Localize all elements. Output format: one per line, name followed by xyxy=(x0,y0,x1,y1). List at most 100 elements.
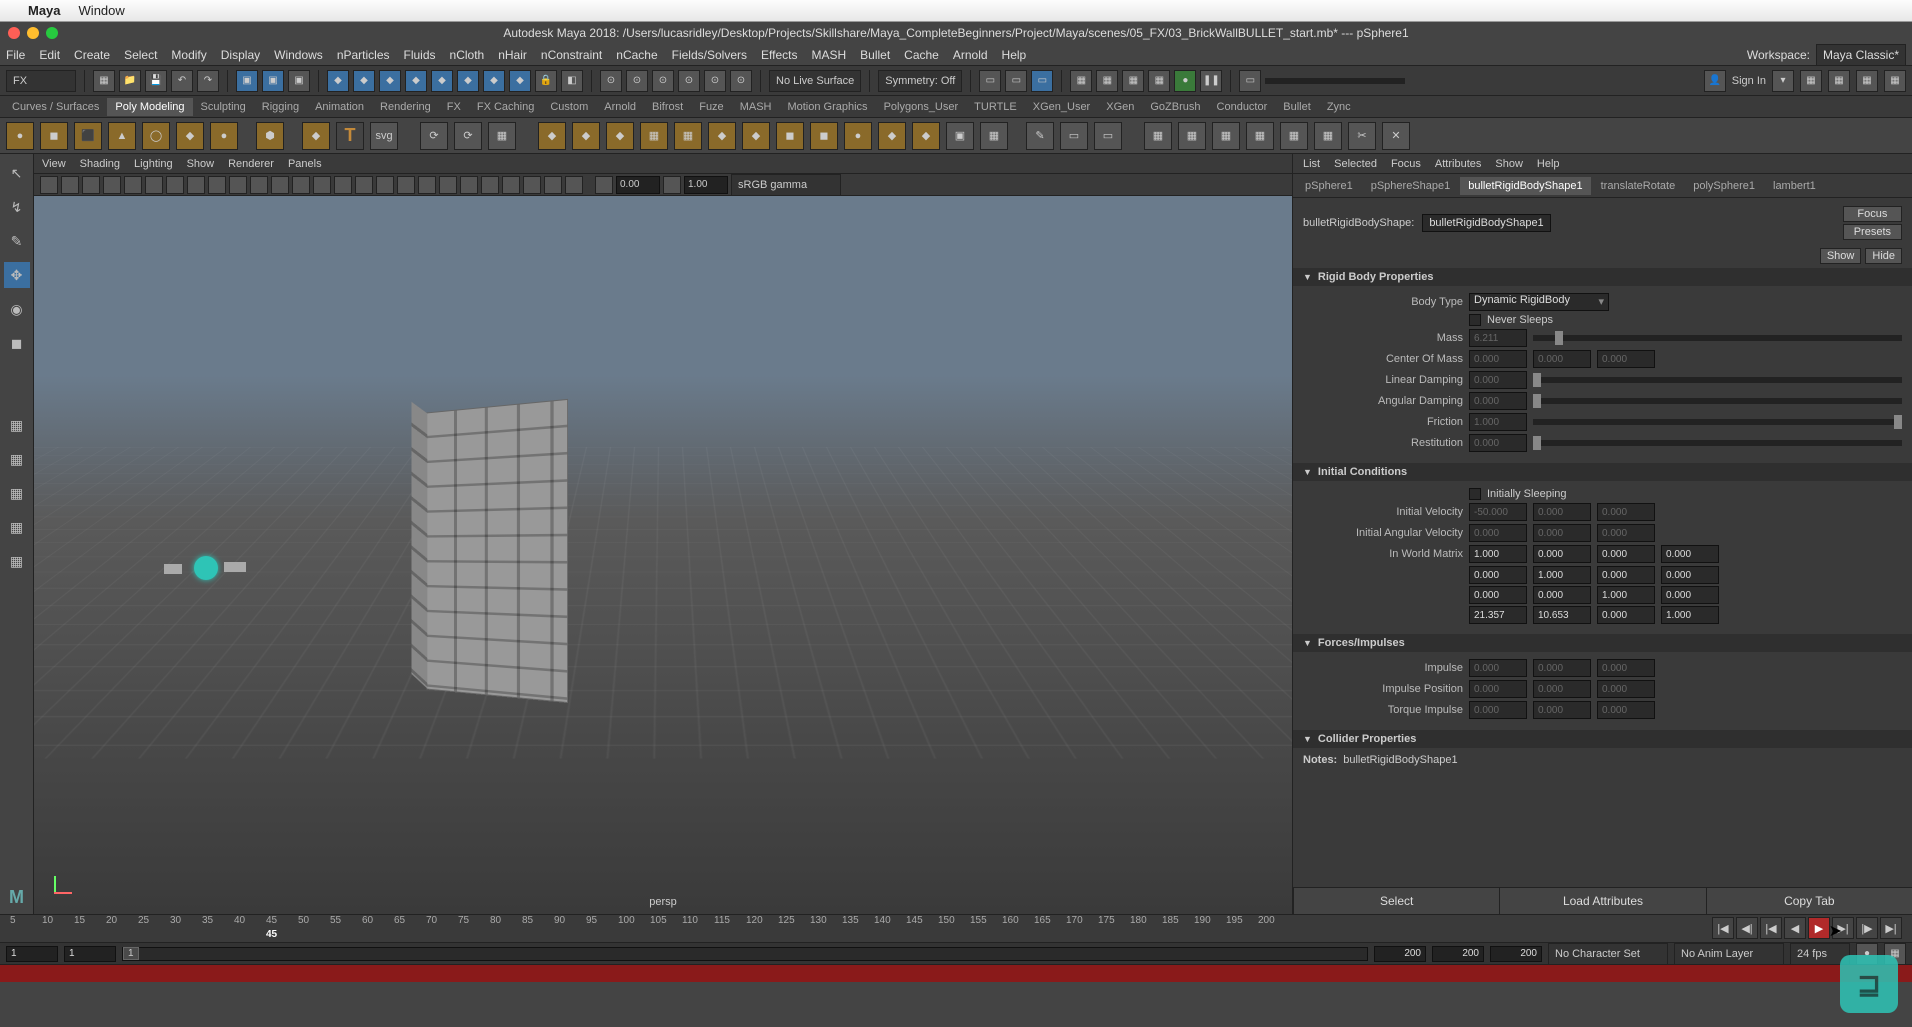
lasso-tool-icon[interactable]: ↯ xyxy=(4,194,30,220)
panel-tool-icon[interactable] xyxy=(61,176,79,194)
poly-disc-icon[interactable]: ● xyxy=(210,122,238,150)
mac-menu-window[interactable]: Window xyxy=(79,3,125,18)
initially-sleeping-checkbox[interactable] xyxy=(1469,488,1481,500)
friction-slider[interactable] xyxy=(1533,419,1902,425)
playback-start-field[interactable] xyxy=(64,946,116,962)
menu-nconstraint[interactable]: nConstraint xyxy=(541,48,602,62)
panel-icon[interactable]: ▭ xyxy=(1239,70,1261,92)
panel-tool-icon[interactable] xyxy=(82,176,100,194)
platonic-icon[interactable]: ⬢ xyxy=(256,122,284,150)
shelf-item-icon[interactable]: ◆ xyxy=(912,122,940,150)
com-y-field[interactable] xyxy=(1533,350,1591,368)
shelf-tab[interactable]: Fuze xyxy=(691,98,731,116)
shelf-tab[interactable]: Conductor xyxy=(1209,98,1276,116)
iwm-field[interactable] xyxy=(1533,586,1591,604)
panel-layout-icon[interactable]: ▭ xyxy=(979,70,1001,92)
pause-icon[interactable]: ❚❚ xyxy=(1200,70,1222,92)
iwm-field[interactable] xyxy=(1597,586,1655,604)
iwm-field[interactable] xyxy=(1661,586,1719,604)
signin-dropdown-icon[interactable]: ▾ xyxy=(1772,70,1794,92)
go-to-start-button[interactable]: |◀ xyxy=(1712,917,1734,939)
impulse-pos-y-field[interactable] xyxy=(1533,680,1591,698)
panel-menu-show[interactable]: Show xyxy=(187,158,215,170)
shelf-item-icon[interactable]: ✕ xyxy=(1382,122,1410,150)
panel-tool-icon[interactable] xyxy=(460,176,478,194)
shelf-item-icon[interactable]: ⟳ xyxy=(420,122,448,150)
timeline-ruler[interactable]: 5101520253035404550556065707580859095100… xyxy=(0,915,1912,942)
shelf-item-icon[interactable]: ✂ xyxy=(1348,122,1376,150)
render-icon[interactable]: ▦ xyxy=(1070,70,1092,92)
gamma-field[interactable] xyxy=(684,176,728,194)
menu-nparticles[interactable]: nParticles xyxy=(337,48,390,62)
poly-cone-icon[interactable]: ▲ xyxy=(108,122,136,150)
shelf-tab[interactable]: XGen_User xyxy=(1025,98,1098,116)
undo-icon[interactable]: ↶ xyxy=(171,70,193,92)
svg-icon[interactable]: svg xyxy=(370,122,398,150)
select-mode-icon[interactable]: ▣ xyxy=(236,70,258,92)
shelf-tab[interactable]: MASH xyxy=(732,98,780,116)
mask-icon[interactable]: ◆ xyxy=(327,70,349,92)
panel-tool-icon[interactable] xyxy=(544,176,562,194)
anim-end-field-2[interactable] xyxy=(1490,946,1542,962)
range-track[interactable]: 1 xyxy=(122,947,1368,961)
snap-icon[interactable]: ⊙ xyxy=(704,70,726,92)
anim-layer-dropdown[interactable]: No Anim Layer xyxy=(1674,943,1784,965)
com-x-field[interactable] xyxy=(1469,350,1527,368)
layout-icon[interactable]: ▦ xyxy=(4,480,30,506)
snap-icon[interactable]: ⊙ xyxy=(678,70,700,92)
shelf-item-icon[interactable]: ⟳ xyxy=(454,122,482,150)
panel-tool-icon[interactable] xyxy=(355,176,373,194)
poly-torus-icon[interactable]: ◯ xyxy=(142,122,170,150)
shelf-item-icon[interactable]: ▭ xyxy=(1094,122,1122,150)
shelf-tab[interactable]: Motion Graphics xyxy=(779,98,875,116)
mask-icon[interactable]: ◆ xyxy=(457,70,479,92)
menu-create[interactable]: Create xyxy=(74,48,110,62)
ae-presets-button[interactable]: Presets xyxy=(1843,224,1902,240)
panel-tool-icon[interactable] xyxy=(663,176,681,194)
panel-tool-icon[interactable] xyxy=(292,176,310,194)
mask-icon[interactable]: ◆ xyxy=(353,70,375,92)
render-icon[interactable]: ▦ xyxy=(1122,70,1144,92)
ae-tab[interactable]: polySphere1 xyxy=(1685,177,1763,195)
iwm-field[interactable] xyxy=(1533,545,1591,563)
ae-menu-attributes[interactable]: Attributes xyxy=(1435,158,1481,170)
iwm-field[interactable] xyxy=(1661,545,1719,563)
ae-tab[interactable]: translateRotate xyxy=(1593,177,1684,195)
rotate-tool-icon[interactable]: ◉ xyxy=(4,296,30,322)
ae-show-button[interactable]: Show xyxy=(1820,248,1862,264)
anim-end-field[interactable] xyxy=(1432,946,1484,962)
shelf-tab[interactable]: FX Caching xyxy=(469,98,542,116)
ae-hide-button[interactable]: Hide xyxy=(1865,248,1902,264)
panel-tool-icon[interactable] xyxy=(376,176,394,194)
multicut-icon[interactable]: ✎ xyxy=(1026,122,1054,150)
menu-windows[interactable]: Windows xyxy=(274,48,323,62)
torque-z-field[interactable] xyxy=(1597,701,1655,719)
shelf-item-icon[interactable]: ◼ xyxy=(810,122,838,150)
menu-ncache[interactable]: nCache xyxy=(616,48,657,62)
iwm-field[interactable] xyxy=(1533,606,1591,624)
menu-modify[interactable]: Modify xyxy=(171,48,206,62)
shelf-tab[interactable]: Bullet xyxy=(1275,98,1319,116)
shelf-tab[interactable]: Curves / Surfaces xyxy=(4,98,107,116)
shelf-item-icon[interactable]: ▦ xyxy=(640,122,668,150)
step-forward-key-button[interactable]: |▶ xyxy=(1856,917,1878,939)
panel-tool-icon[interactable] xyxy=(523,176,541,194)
ae-tab[interactable]: pSphereShape1 xyxy=(1363,177,1459,195)
impulse-y-field[interactable] xyxy=(1533,659,1591,677)
torque-y-field[interactable] xyxy=(1533,701,1591,719)
panel-tool-icon[interactable] xyxy=(103,176,121,194)
panel-tool-icon[interactable] xyxy=(595,176,613,194)
menu-edit[interactable]: Edit xyxy=(39,48,60,62)
shelf-item-icon[interactable]: ◼ xyxy=(776,122,804,150)
ae-tab[interactable]: bulletRigidBodyShape1 xyxy=(1460,177,1590,195)
save-scene-icon[interactable]: 💾 xyxy=(145,70,167,92)
shelf-item-icon[interactable]: ▦ xyxy=(1212,122,1240,150)
snap-icon[interactable]: ⊙ xyxy=(730,70,752,92)
poly-plane-icon[interactable]: ◆ xyxy=(176,122,204,150)
shelf-item-icon[interactable]: ◆ xyxy=(708,122,736,150)
mac-app-name[interactable]: Maya xyxy=(28,3,61,18)
ae-menu-list[interactable]: List xyxy=(1303,158,1320,170)
shelf-tab[interactable]: Arnold xyxy=(596,98,644,116)
snap-icon[interactable]: ⊙ xyxy=(652,70,674,92)
panel-tool-icon[interactable] xyxy=(565,176,583,194)
